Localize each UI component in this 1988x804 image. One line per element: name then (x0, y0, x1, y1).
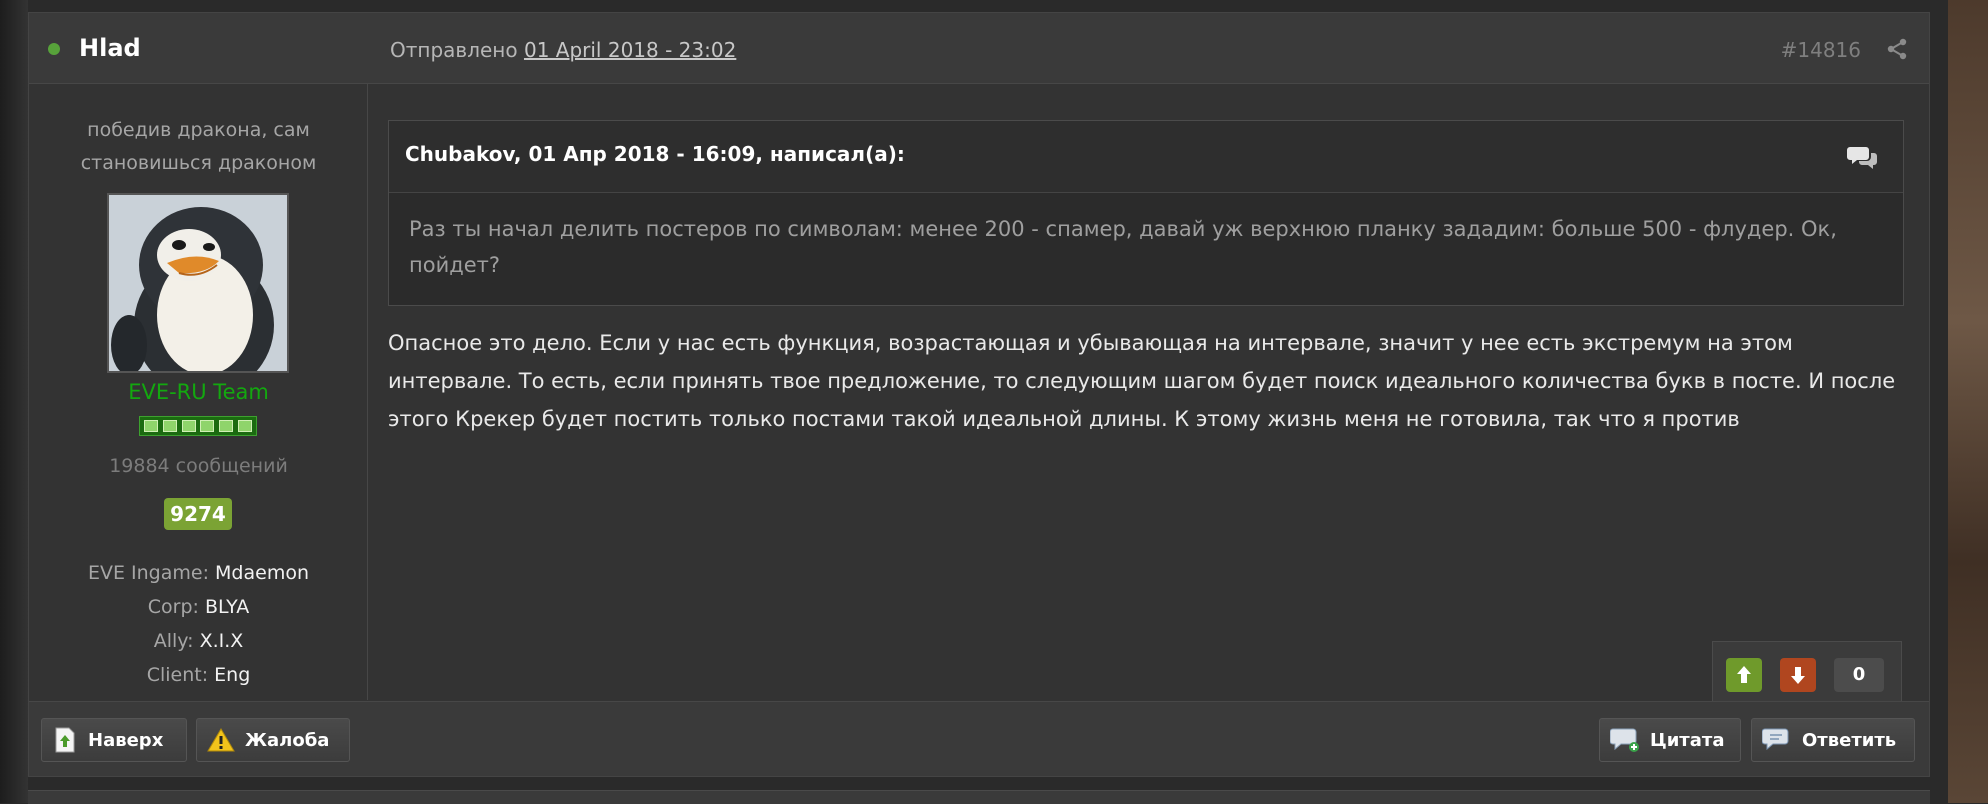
rank-pip (218, 420, 233, 432)
quote-label: Цитата (1650, 729, 1725, 751)
author-sidebar: победив дракона, сам становишься драконо… (29, 84, 368, 700)
online-status-icon (48, 43, 60, 55)
report-button[interactable]: Жалоба (196, 718, 350, 762)
post-content: Chubakov, 01 Апр 2018 - 16:09, написал(а… (369, 84, 1929, 700)
next-post-edge (28, 790, 1930, 804)
post-footer: Наверх Жалоба Цитата Ответить (29, 701, 1929, 776)
posted-label: Отправлено (390, 38, 524, 62)
posted-info: Отправлено 01 April 2018 - 23:02 (390, 38, 736, 62)
field-value: Eng (214, 664, 251, 686)
field-eve-ingame: EVE Ingame: Mdaemon (29, 562, 368, 584)
quote-header: Chubakov, 01 Апр 2018 - 16:09, написал(а… (389, 121, 1903, 193)
user-group: EVE-RU Team (128, 380, 269, 404)
field-label: Corp: (147, 596, 199, 618)
post-count: 19884 сообщений (109, 455, 288, 477)
vote-box: 0 (1712, 641, 1902, 709)
report-label: Жалоба (245, 729, 330, 751)
quote-block: Chubakov, 01 Апр 2018 - 16:09, написал(а… (388, 120, 1904, 306)
field-corp: Corp: BLYA (29, 596, 368, 618)
quote-citation: Chubakov, 01 Апр 2018 - 16:09, написал(а… (405, 142, 905, 166)
quote-button[interactable]: Цитата (1599, 718, 1741, 762)
back-to-top-button[interactable]: Наверх (41, 718, 187, 762)
field-value: Mdaemon (215, 562, 309, 584)
author-name[interactable]: Hlad (79, 34, 141, 62)
rank-pip (162, 420, 177, 432)
vote-up-button[interactable] (1726, 658, 1762, 692)
arrow-down-icon (1791, 667, 1805, 684)
field-ally: Ally: X.I.X (29, 630, 368, 652)
reply-button[interactable]: Ответить (1751, 718, 1915, 762)
rank-pip (200, 420, 215, 432)
quote-bubble-icon (1610, 728, 1639, 752)
field-label: Ally: (153, 630, 194, 652)
field-value: X.I.X (199, 630, 244, 652)
field-label: EVE Ingame: (87, 562, 209, 584)
rank-pip (144, 420, 159, 432)
forum-post: Hlad Отправлено 01 April 2018 - 23:02 #1… (28, 12, 1930, 777)
user-title: победив дракона, сам становишься драконо… (80, 119, 317, 174)
rank-pip (181, 420, 196, 432)
post-header: Hlad Отправлено 01 April 2018 - 23:02 #1… (29, 13, 1929, 84)
share-icon[interactable] (1885, 37, 1909, 61)
reputation-badge[interactable]: 9274 (164, 498, 232, 530)
rank-pip (237, 420, 252, 432)
arrow-up-icon (1737, 666, 1751, 683)
reply-bubble-icon (1762, 728, 1789, 751)
field-label: Client: (146, 664, 209, 686)
posted-date-link[interactable]: 01 April 2018 - 23:02 (524, 38, 736, 62)
rank-pips (139, 416, 257, 436)
quote-text: Раз ты начал делить постеров по символам… (409, 217, 1837, 277)
reply-label: Ответить (1802, 729, 1897, 751)
post-number-link[interactable]: #14816 (1781, 38, 1861, 62)
field-value: BLYA (204, 596, 250, 618)
vote-down-button[interactable] (1780, 658, 1816, 692)
penguin-avatar-image (109, 195, 287, 371)
page-background-right (1948, 0, 1988, 803)
field-client: Client: Eng (29, 664, 368, 686)
warning-icon (207, 728, 235, 752)
post-text: Опасное это дело. Если у нас есть функци… (388, 331, 1896, 431)
vote-count: 0 (1834, 658, 1884, 692)
page-up-icon (55, 727, 75, 753)
avatar[interactable] (107, 193, 289, 373)
speech-bubbles-icon[interactable] (1847, 141, 1879, 173)
back-to-top-label: Наверх (88, 729, 164, 751)
page-background-left (0, 0, 28, 803)
